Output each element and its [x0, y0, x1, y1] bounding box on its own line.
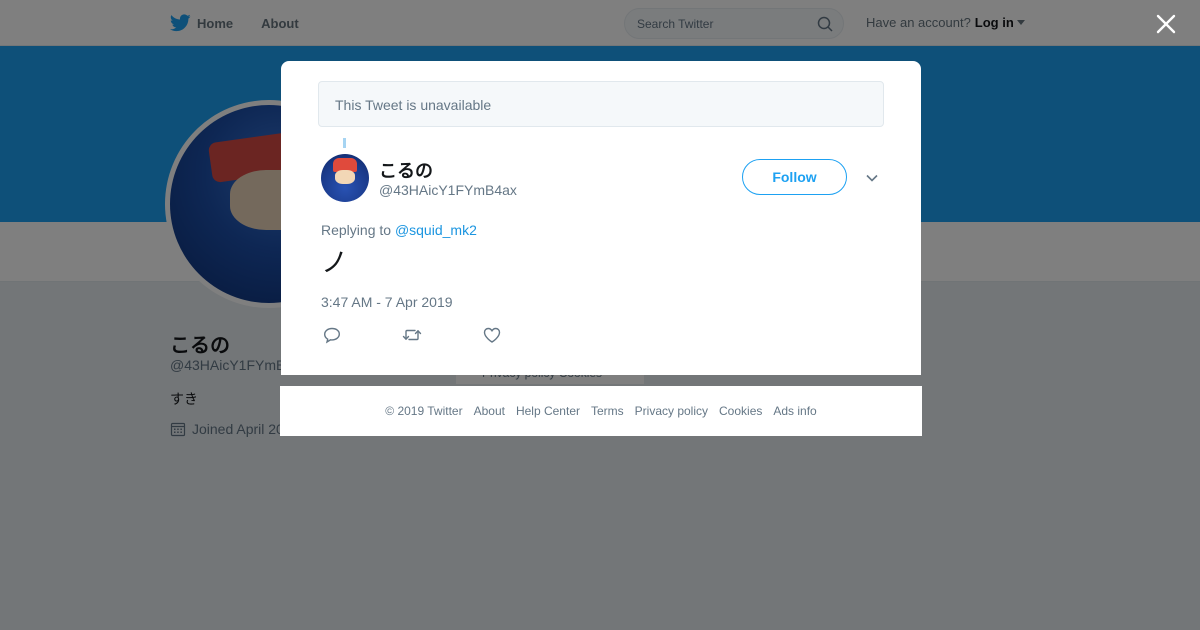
modal-footer: © 2019 Twitter About Help Center Terms P…	[280, 386, 922, 436]
footer-copyright: © 2019 Twitter	[385, 404, 463, 418]
replying-to: Replying to @squid_mk2	[321, 222, 477, 238]
follow-button[interactable]: Follow	[742, 159, 847, 195]
tweet-modal: This Tweet is unavailable こるの @43HAicY1F…	[281, 61, 921, 375]
footer-link-about[interactable]: About	[474, 404, 505, 418]
reply-icon[interactable]	[322, 326, 342, 344]
chevron-down-icon[interactable]	[865, 171, 879, 185]
avatar-face-shape	[335, 170, 355, 184]
footer-link-ads-info[interactable]: Ads info	[773, 404, 816, 418]
tweet-author-name[interactable]: こるの	[379, 157, 433, 183]
tweet-timestamp[interactable]: 3:47 AM - 7 Apr 2019	[321, 294, 453, 310]
close-icon[interactable]	[1155, 13, 1177, 35]
retweet-icon[interactable]	[402, 326, 422, 344]
tweet-author-handle[interactable]: @43HAicY1FYmB4ax	[379, 182, 517, 198]
replying-prefix: Replying to	[321, 222, 392, 238]
like-icon[interactable]	[482, 326, 502, 344]
thread-connector	[343, 138, 346, 148]
footer-link-help-center[interactable]: Help Center	[516, 404, 580, 418]
footer-link-privacy[interactable]: Privacy policy	[635, 404, 708, 418]
replying-to-link[interactable]: @squid_mk2	[395, 222, 477, 238]
tweet-unavailable-notice: This Tweet is unavailable	[318, 81, 884, 127]
footer-link-terms[interactable]: Terms	[591, 404, 624, 418]
tweet-author-avatar[interactable]	[321, 154, 369, 202]
footer-link-cookies[interactable]: Cookies	[719, 404, 762, 418]
tweet-text: ノ	[321, 248, 348, 278]
